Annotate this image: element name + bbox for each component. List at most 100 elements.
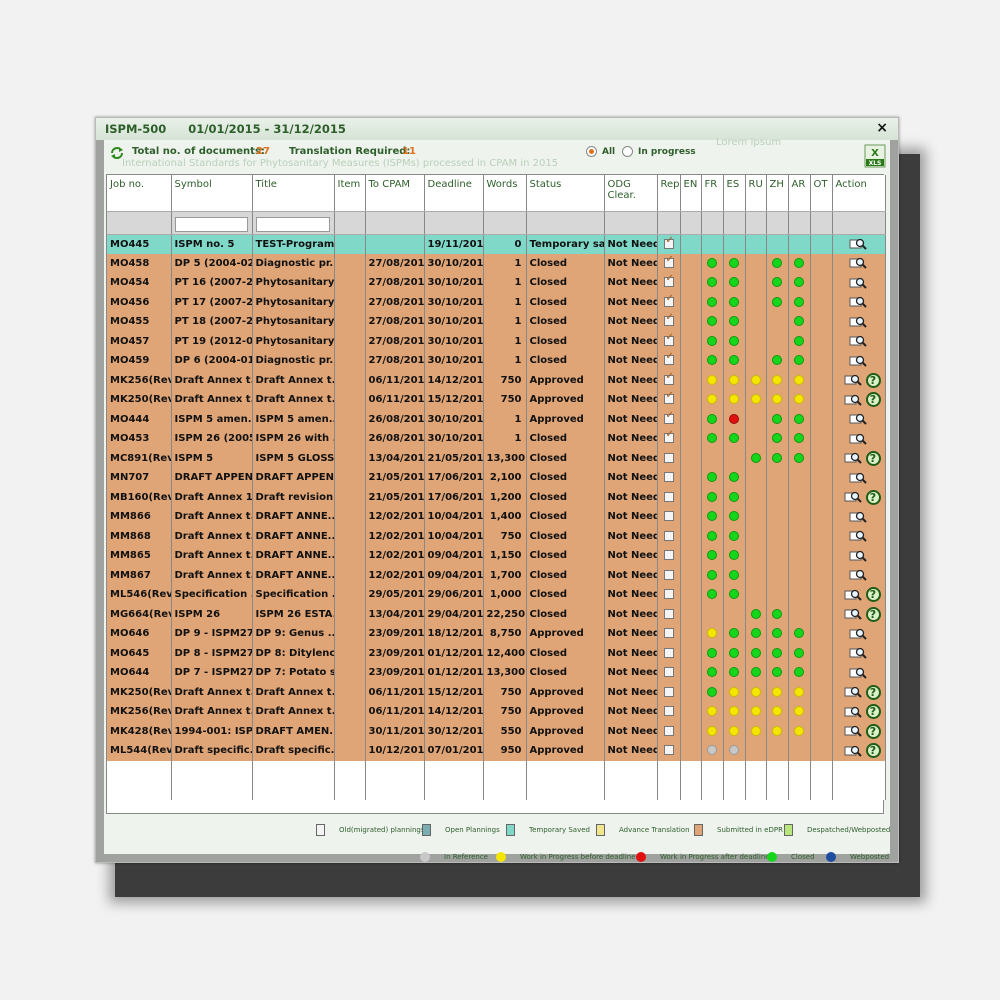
rep-checkbox[interactable] [663,647,674,658]
column-header-fr[interactable]: FR [701,175,724,212]
table-row[interactable]: MK250(Rev1)Draft Annex t...Draft Annex t… [107,390,886,410]
close-icon[interactable]: × [876,120,888,136]
view-details-icon[interactable] [844,374,862,386]
help-icon[interactable]: ? [865,606,881,622]
table-row[interactable]: MO644DP 7 - ISPM27...DP 7: Potato s... 23… [107,663,886,683]
view-details-icon[interactable] [844,589,862,601]
table-row[interactable]: ML546(Rev1)Specification ...Specificatio… [107,585,886,605]
rep-checkbox[interactable] [663,725,674,736]
column-header-odg-clear[interactable]: ODG Clear. [604,175,658,212]
rep-checkbox[interactable] [663,472,674,483]
rep-checkbox[interactable] [663,235,674,249]
rep-checkbox[interactable] [663,452,674,463]
table-row[interactable]: MM867Draft Annex t...DRAFT ANNE... 12/02/… [107,565,886,585]
rep-checkbox[interactable] [663,390,674,405]
view-details-icon[interactable] [849,530,867,542]
column-header-rep[interactable]: Rep [657,175,681,212]
rep-checkbox[interactable] [663,608,674,619]
table-row[interactable]: MO459DP 6 (2004-01...Diagnostic pr... 27/… [107,351,886,371]
table-row[interactable]: MO453ISPM 26 (2005...ISPM 26 with ... 26/… [107,429,886,449]
view-details-icon[interactable] [844,452,862,464]
radio-in-progress-indicator[interactable] [622,146,633,157]
job-number-cell[interactable]: MN707 [107,468,172,488]
column-header-deadline[interactable]: Deadline [424,175,484,212]
rep-checkbox[interactable] [663,273,674,288]
column-header-item[interactable]: Item [334,175,366,212]
rep-checkbox[interactable] [663,293,674,307]
help-icon[interactable]: ? [865,743,881,759]
table-row[interactable]: MK256(Rev1)Draft Annex t...Draft Annex t… [107,370,886,390]
view-details-icon[interactable] [844,745,862,757]
rep-checkbox[interactable] [663,332,674,346]
help-icon[interactable]: ? [865,372,881,388]
view-details-icon[interactable] [849,550,867,562]
view-details-icon[interactable] [844,686,862,698]
job-number-cell[interactable]: MM865 [107,546,172,566]
excel-export-icon[interactable]: X XLS [864,144,886,168]
table-row[interactable]: MN707DRAFT APPEN...DRAFT APPEN...21/05/2… [107,468,886,488]
job-number-cell[interactable]: ML546(Rev1) [107,585,172,605]
table-row[interactable]: MM866Draft Annex t...DRAFT ANNE... 12/02/… [107,507,886,527]
view-details-icon[interactable] [849,667,867,679]
table-row[interactable]: MO458DP 5 (2004-02...Diagnostic pr... 27/… [107,253,886,273]
help-icon[interactable]: ? [865,489,881,505]
table-row[interactable]: MO645DP 8 - ISPM27...DP 8: Ditylenc... 23… [107,643,886,663]
rep-checkbox[interactable] [663,667,674,678]
job-number-cell[interactable]: MM867 [107,565,172,585]
rep-checkbox[interactable] [663,706,674,717]
rep-checkbox[interactable] [663,371,674,385]
job-number-cell[interactable]: MO444 [107,409,172,429]
job-number-cell[interactable]: MO453 [107,429,172,449]
table-row[interactable]: MO646DP 9 - ISPM27...DP 9: Genus ... 23/0… [107,624,886,644]
help-icon[interactable]: ? [865,684,881,700]
column-header-es[interactable]: ES [723,175,746,212]
radio-all-indicator[interactable] [586,146,597,157]
table-row[interactable]: ML544(Rev1)Draft specific...Draft specif… [107,741,886,761]
job-number-cell[interactable]: MM868 [107,526,172,546]
job-number-cell[interactable]: MG664(Rev2) [107,604,172,624]
table-row[interactable]: MO456PT 17 (2007-2...Phytosanitary... 27/… [107,292,886,312]
job-number-cell[interactable]: MO458 [107,253,172,273]
table-row[interactable]: MO454PT 16 (2007-2...Phytosanitary... 27/… [107,273,886,293]
column-header-ot[interactable]: OT [810,175,833,212]
rep-checkbox[interactable] [663,569,674,580]
rep-checkbox[interactable] [663,628,674,639]
rep-checkbox[interactable] [663,745,674,756]
table-row[interactable]: MK256(Rev1)Draft Annex t...Draft Annex t… [107,702,886,722]
view-details-icon[interactable] [849,413,867,425]
rep-checkbox[interactable] [663,429,674,444]
table-row[interactable]: MM865Draft Annex t...DRAFT ANNE... 12/02/… [107,546,886,566]
job-number-cell[interactable]: MO645 [107,643,172,663]
help-icon[interactable]: ? [865,450,881,466]
job-number-cell[interactable]: MK428(Rev1) [107,721,172,741]
help-icon[interactable]: ? [865,587,881,603]
table-row[interactable]: MO457PT 19 (2012-0...Phytosanitary... 27/… [107,331,886,351]
job-number-cell[interactable]: MB160(Rev2) [107,487,172,507]
column-header-to-cpam[interactable]: To CPAM [365,175,425,212]
column-header-ru[interactable]: RU [745,175,767,212]
help-icon[interactable]: ? [865,723,881,739]
help-icon[interactable]: ? [865,392,881,408]
rep-checkbox[interactable] [663,530,674,541]
job-number-cell[interactable]: MO456 [107,292,172,312]
table-row[interactable]: MO455PT 18 (2007-2...Phytosanitary... 27/… [107,312,886,332]
column-header-action[interactable]: Action [832,175,886,212]
table-row[interactable]: MB160(Rev2)Draft Annex 1...Draft revisio… [107,487,886,507]
job-number-cell[interactable]: MO644 [107,663,172,683]
column-header-en[interactable]: EN [680,175,702,212]
view-details-icon[interactable] [849,316,867,328]
view-details-icon[interactable] [849,472,867,484]
view-details-icon[interactable] [849,257,867,269]
table-row[interactable]: MO444 ISPM 5 amen... ISPM 5 amen... 26/08/2… [107,409,886,429]
help-icon[interactable]: ? [865,704,881,720]
column-header-job-no[interactable]: Job no. [107,175,172,212]
view-details-icon[interactable] [849,569,867,581]
job-number-cell[interactable]: ML544(Rev1) [107,741,172,761]
rep-checkbox[interactable] [663,491,674,502]
rep-checkbox[interactable] [663,351,674,366]
table-row[interactable]: MO445ISPM no. 5TEST-Program... 19/11/2015… [107,234,886,254]
column-header-symbol[interactable]: Symbol [171,175,253,212]
view-details-icon[interactable] [849,355,867,367]
title-filter-input[interactable] [255,217,331,233]
job-number-cell[interactable]: MO455 [107,312,172,332]
